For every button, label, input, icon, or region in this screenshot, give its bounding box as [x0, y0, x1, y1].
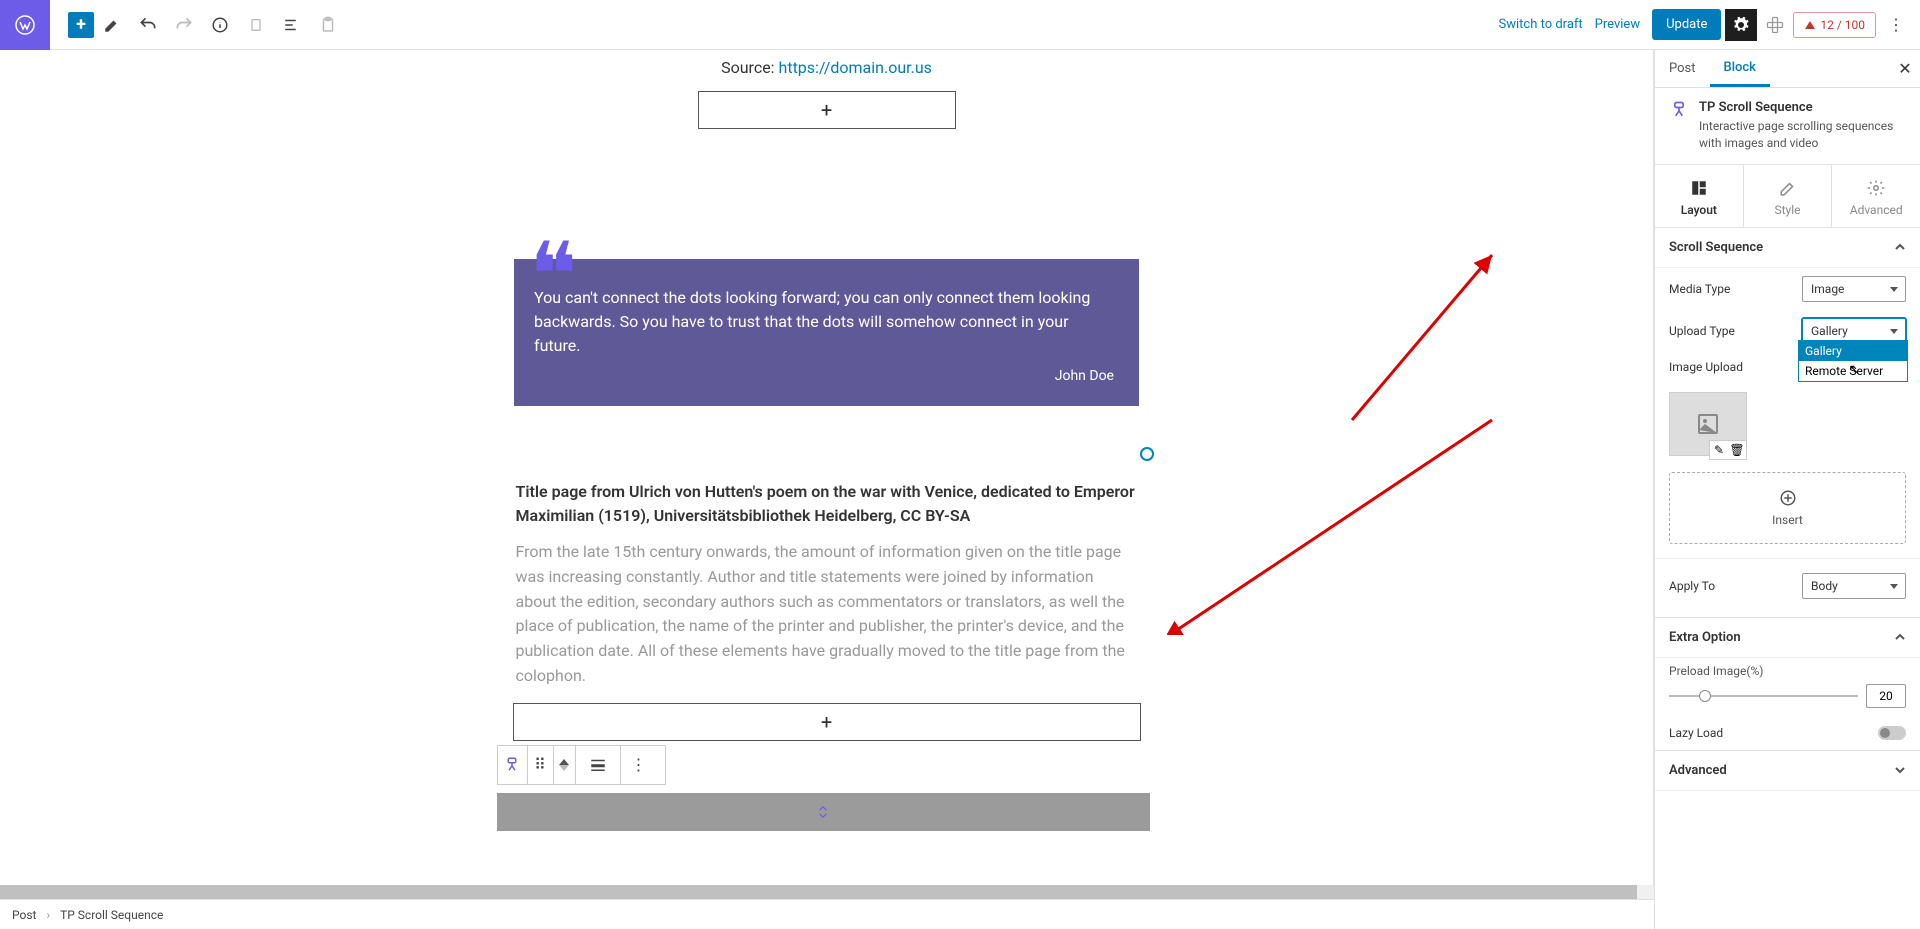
more-menu-icon[interactable]: ⋮: [1882, 15, 1910, 34]
upload-type-label: Upload Type: [1669, 324, 1802, 338]
settings-sidebar: Post Block ✕ TP Scroll Sequence Interact…: [1654, 50, 1920, 929]
quote-author: John Doe: [534, 368, 1114, 384]
media-type-select[interactable]: Image: [1802, 276, 1906, 302]
block-desc: Interactive page scrolling sequences wit…: [1699, 118, 1906, 152]
chevron-up-icon: [1894, 241, 1906, 253]
breadcrumb-post[interactable]: Post: [12, 908, 36, 922]
block-more-icon[interactable]: ⋮: [621, 746, 657, 784]
image-thumbnail[interactable]: ✎ 🗑: [1669, 392, 1747, 456]
annotation-arrow-2: [1347, 250, 1497, 425]
info-icon[interactable]: [202, 7, 238, 43]
heading-block[interactable]: Title page from Ulrich von Hutten's poem…: [516, 480, 1138, 528]
wp-logo-button[interactable]: [0, 0, 50, 50]
drag-handle-icon[interactable]: ⠿: [528, 746, 554, 784]
dropdown-option-gallery[interactable]: Gallery: [1799, 341, 1907, 361]
credits-badge[interactable]: 12 / 100: [1793, 12, 1876, 38]
redo-icon[interactable]: [166, 7, 202, 43]
align-icon[interactable]: [576, 746, 621, 784]
close-sidebar-icon[interactable]: ✕: [1890, 59, 1920, 78]
undo-icon[interactable]: [130, 7, 166, 43]
media-type-label: Media Type: [1669, 282, 1802, 296]
lazy-load-toggle[interactable]: [1878, 726, 1906, 740]
scroll-sequence-icon: [1669, 100, 1689, 120]
outline-icon[interactable]: [274, 7, 310, 43]
breadcrumb-block[interactable]: TP Scroll Sequence: [60, 908, 163, 922]
tab-post[interactable]: Post: [1655, 50, 1710, 87]
apply-to-label: Apply To: [1669, 579, 1802, 593]
horizontal-scrollbar[interactable]: [0, 885, 1654, 899]
add-block-inline[interactable]: +: [698, 91, 956, 129]
paste-icon[interactable]: [310, 7, 346, 43]
panel-scroll-sequence[interactable]: Scroll Sequence: [1655, 228, 1920, 268]
settings-button[interactable]: [1725, 9, 1757, 41]
editor-canvas: Source: https://domain.our.us + ❝ You ca…: [0, 50, 1654, 929]
add-block-inline-wide[interactable]: +: [513, 703, 1141, 741]
block-type-icon[interactable]: [498, 746, 528, 784]
copy-icon[interactable]: [238, 7, 274, 43]
panel-advanced[interactable]: Advanced: [1655, 750, 1920, 791]
source-link[interactable]: https://domain.our.us: [779, 58, 932, 77]
preload-input[interactable]: [1866, 684, 1906, 708]
mouse-cursor-icon: ↖: [1848, 362, 1860, 378]
top-toolbar: + Switch to draft Preview Update 12 / 10…: [0, 0, 1920, 50]
preview-link[interactable]: Preview: [1595, 17, 1640, 32]
subtab-advanced[interactable]: Advanced: [1832, 165, 1920, 227]
quote-text: You can't connect the dots looking forwa…: [534, 286, 1114, 358]
switch-to-draft-link[interactable]: Switch to draft: [1498, 17, 1582, 32]
update-button[interactable]: Update: [1652, 9, 1721, 40]
panel-extra-option[interactable]: Extra Option: [1655, 617, 1920, 658]
insert-media-button[interactable]: Insert: [1669, 472, 1906, 544]
annotation-arrow-1: [1167, 415, 1497, 635]
tab-block[interactable]: Block: [1710, 50, 1770, 87]
preload-slider[interactable]: [1669, 695, 1858, 697]
breadcrumb: Post › TP Scroll Sequence: [0, 899, 1654, 929]
source-line: Source: https://domain.our.us: [177, 58, 1477, 77]
scroll-sequence-block[interactable]: [497, 793, 1150, 831]
quote-mark-icon: ❝: [529, 232, 565, 322]
block-toolbar: ⠿ ⋮: [497, 745, 666, 785]
subtab-style[interactable]: Style: [1744, 165, 1833, 227]
quote-block[interactable]: You can't connect the dots looking forwa…: [514, 259, 1139, 406]
lazy-load-label: Lazy Load: [1669, 726, 1723, 740]
paragraph-block[interactable]: From the late 15th century onwards, the …: [516, 540, 1138, 689]
move-up-down[interactable]: [554, 746, 576, 784]
apply-to-select[interactable]: Body: [1802, 573, 1906, 599]
chevron-down-icon: [1894, 764, 1906, 776]
preload-label: Preload Image(%): [1669, 664, 1906, 678]
subtab-layout[interactable]: Layout: [1655, 165, 1744, 227]
edit-icon[interactable]: [94, 7, 130, 43]
plugin-icon[interactable]: [1761, 11, 1789, 39]
edit-thumb-icon[interactable]: ✎: [1710, 441, 1728, 459]
credits-text: 12 / 100: [1820, 18, 1865, 32]
loading-spinner-icon: [1140, 447, 1154, 461]
delete-thumb-icon[interactable]: 🗑: [1728, 441, 1746, 459]
block-name: TP Scroll Sequence: [1699, 100, 1906, 115]
add-block-button[interactable]: +: [68, 12, 94, 38]
chevron-up-icon: [1894, 631, 1906, 643]
